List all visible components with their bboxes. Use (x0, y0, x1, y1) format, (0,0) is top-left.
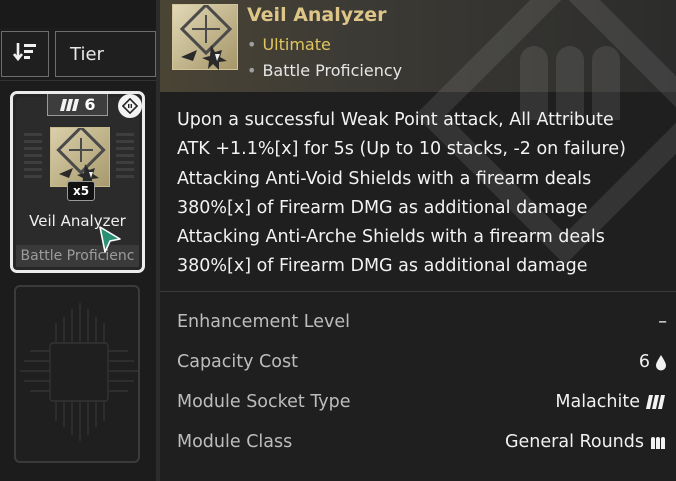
stat-label: Enhancement Level (177, 312, 350, 332)
description-line: Upon a successful Weak Point attack, All… (177, 110, 614, 130)
module-card-selected[interactable]: x5 Veil Analyzer Battle Proficienc 6 (10, 91, 145, 273)
tag-bullet: • (247, 61, 257, 80)
tag-class-label: Battle Proficiency (262, 61, 403, 80)
stat-value: Malachite (555, 392, 667, 412)
stat-row-module-class: Module Class General Rounds (177, 432, 667, 460)
module-icon-frame (50, 125, 110, 187)
stack-count-badge: x5 (67, 181, 95, 201)
module-tag-class: • Battle Proficiency (247, 61, 402, 80)
mouse-cursor-icon (99, 226, 121, 253)
tier-badge: 6 (47, 94, 108, 116)
module-card-empty-slot[interactable] (14, 285, 140, 463)
veil-analyzer-icon (179, 2, 233, 70)
description-line: Attacking Anti-Arche Shields with a fire… (177, 227, 605, 248)
tag-ultimate-label: Ultimate (262, 35, 331, 54)
capacity-cost-value: 6 (638, 352, 650, 372)
stats-divider (160, 291, 676, 292)
stat-label: Capacity Cost (177, 352, 298, 372)
enhancement-level-value: – (658, 312, 667, 332)
list-top-bar (0, 0, 156, 28)
tier-sort-button[interactable]: Tier (55, 31, 156, 77)
socket-type-value: Malachite (555, 392, 640, 412)
module-class-value: General Rounds (504, 432, 644, 452)
rounds-icon (649, 434, 667, 450)
module-list-panel: Tier x5 Veil Analyzer Battle Proficienc … (0, 0, 156, 481)
sort-order-button[interactable] (1, 31, 49, 77)
detail-module-icon (172, 2, 238, 70)
description-line: ATK +1.1%[x] for 5s (Up to 10 stacks, -2… (177, 139, 626, 160)
module-title: Veil Analyzer (247, 4, 387, 26)
tag-bullet: • (247, 35, 257, 54)
malachite-icon (645, 394, 667, 410)
stat-value: – (658, 312, 667, 332)
module-class-icon (122, 98, 138, 114)
stat-value: General Rounds (505, 432, 667, 452)
description-line: Attacking Anti-Void Shields with a firea… (177, 168, 592, 189)
stat-value: 6 (639, 352, 667, 372)
veil-analyzer-icon (56, 125, 106, 186)
tier-badge-number: 6 (84, 95, 96, 114)
stat-row-enhancement-level: Enhancement Level – (177, 312, 667, 340)
module-detail-panel: Veil Analyzer • Ultimate • Battle Proficie… (160, 0, 676, 481)
stat-label: Module Class (177, 432, 293, 452)
module-tag-ultimate: • Ultimate (247, 35, 331, 54)
tier-rank-icon (60, 98, 80, 111)
drop-icon (655, 354, 667, 371)
empty-slot-circuit-icon (20, 303, 138, 441)
module-description: Upon a successful Weak Point attack, All… (177, 106, 667, 282)
description-line: 380%[x] of Firearm DMG as additional dam… (177, 256, 588, 277)
stat-row-capacity-cost: Capacity Cost 6 (177, 352, 667, 380)
stat-row-module-socket-type: Module Socket Type Malachite (177, 392, 667, 420)
toolbar-divider (0, 80, 156, 81)
description-line: 380%[x] of Firearm DMG as additional dam… (177, 197, 588, 218)
tier-sort-label: Tier (70, 43, 104, 65)
module-class-badge (118, 94, 142, 118)
stat-label: Module Socket Type (177, 392, 351, 412)
sort-descending-icon (12, 41, 37, 67)
